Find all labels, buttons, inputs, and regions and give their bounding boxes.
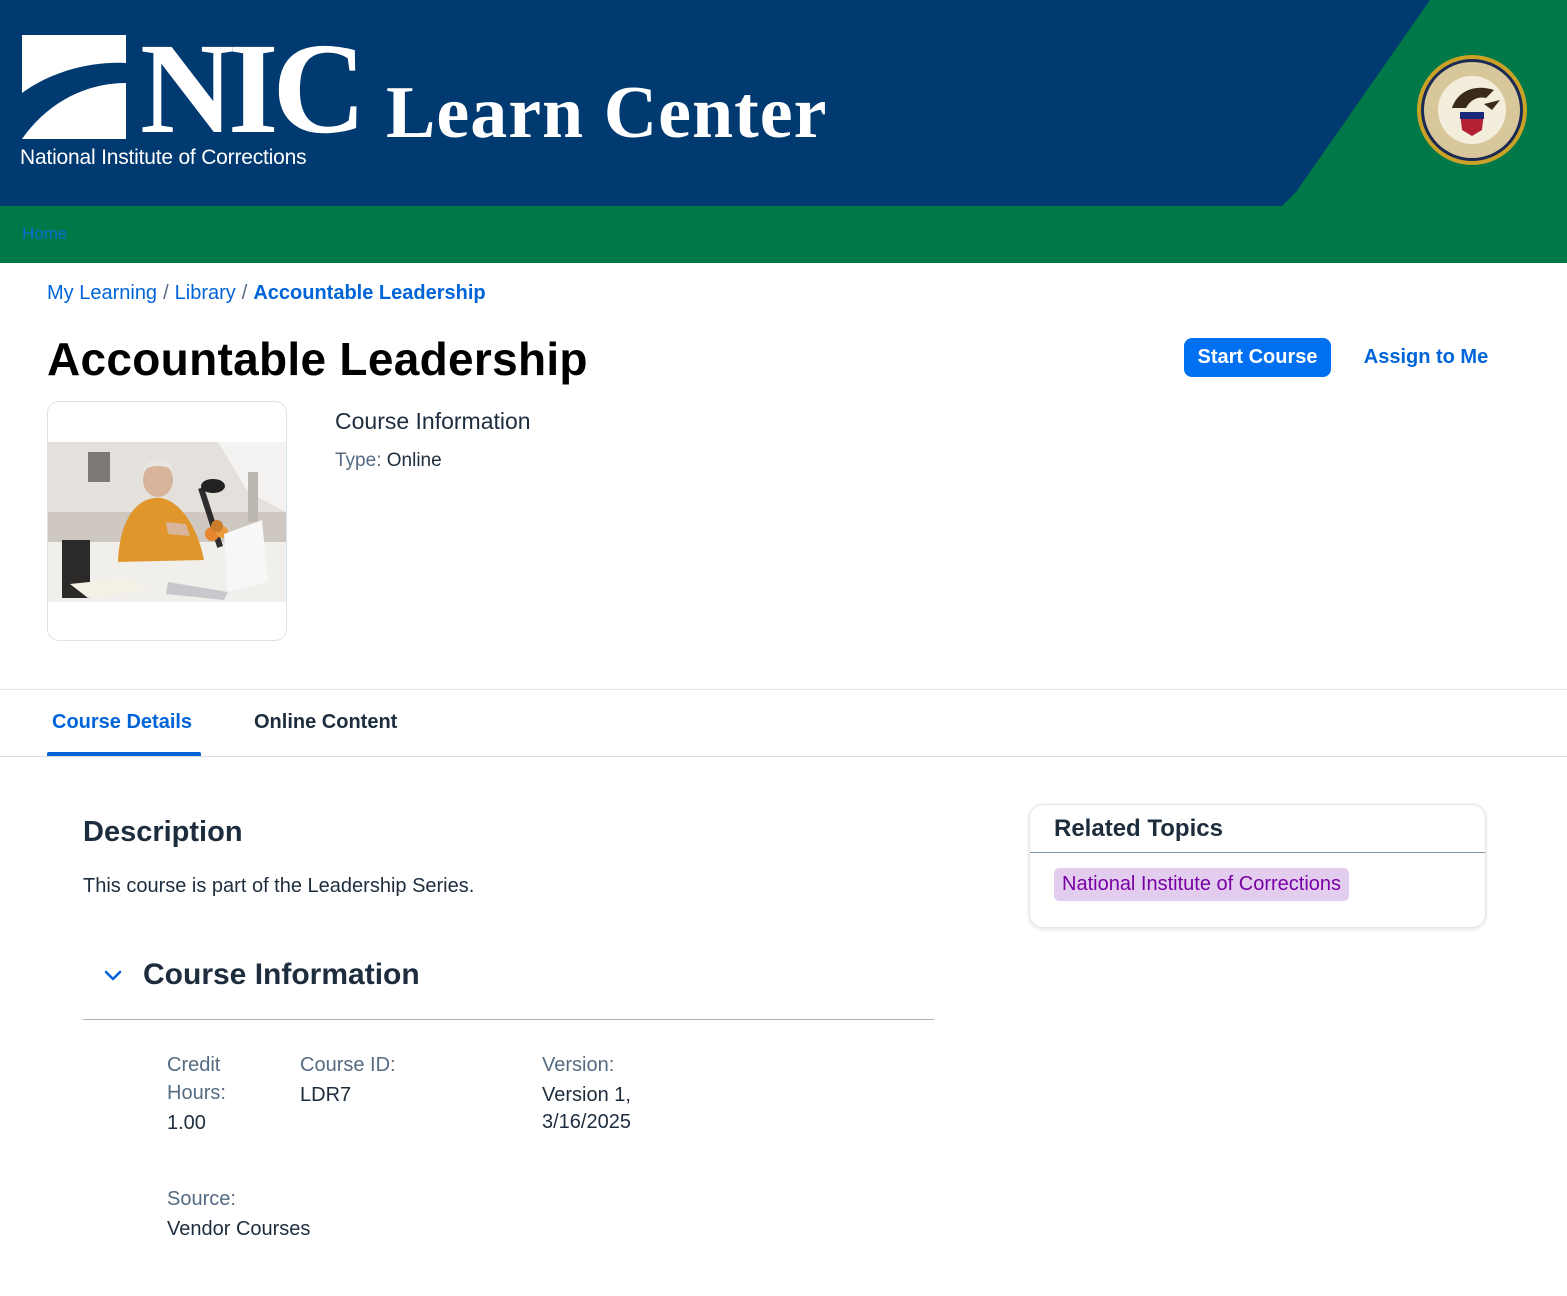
related-topics-card: Related Topics National Institute of Cor… — [1029, 804, 1486, 928]
logo-subtitle: National Institute of Corrections — [20, 146, 307, 169]
version-label: Version: — [542, 1054, 615, 1076]
course-id-value: LDR7 — [300, 1084, 352, 1106]
related-topics-divider — [1030, 852, 1485, 853]
nav-home-link[interactable]: Home — [22, 224, 67, 244]
course-thumbnail-card — [47, 401, 287, 641]
tab-course-details[interactable]: Course Details — [52, 711, 192, 734]
site-title: Learn Center — [386, 72, 828, 154]
version-value-line2: 3/16/2025 — [542, 1111, 631, 1133]
course-id-label: Course ID: — [300, 1054, 396, 1076]
credit-hours-label-line1: Credit — [167, 1054, 221, 1076]
course-thumbnail-image — [48, 442, 286, 602]
section-divider — [83, 1019, 934, 1020]
source-value: Vendor Courses — [167, 1218, 311, 1240]
site-header: NIC National Institute of Corrections Le… — [0, 0, 1567, 206]
credit-hours-label-line2: Hours: — [167, 1082, 226, 1104]
version-value: Version 1, 3/16/2025 — [542, 1082, 631, 1136]
page-title: Accountable Leadership — [47, 333, 588, 385]
course-information-section-title[interactable]: Course Information — [143, 958, 420, 992]
logo-swoosh-icon — [22, 35, 126, 139]
chevron-down-icon[interactable] — [100, 963, 126, 989]
start-course-button[interactable]: Start Course — [1184, 338, 1331, 377]
breadcrumb-my-learning[interactable]: My Learning — [47, 282, 157, 304]
breadcrumb-separator: / — [163, 282, 169, 304]
assign-to-me-button[interactable]: Assign to Me — [1352, 338, 1500, 377]
course-info-heading: Course Information — [335, 408, 531, 434]
related-topics-title: Related Topics — [1054, 815, 1223, 842]
breadcrumb-current[interactable]: Accountable Leadership — [253, 282, 485, 304]
course-type-value: Online — [386, 450, 442, 471]
breadcrumb-separator: / — [241, 282, 248, 304]
breadcrumb-library[interactable]: Library — [175, 282, 236, 304]
topic-tag[interactable]: National Institute of Corrections — [1054, 868, 1350, 901]
version-value-line1: Version 1, — [542, 1084, 631, 1106]
active-tab-indicator — [47, 752, 201, 756]
description-title: Description — [83, 816, 243, 848]
course-type: Type: Online — [335, 450, 442, 472]
breadcrumb: My Learning / Library / Accountable Leadersh… — [47, 282, 486, 305]
doj-seal-icon — [1417, 55, 1527, 165]
credit-hours-value: 1.00 — [167, 1112, 206, 1134]
source-label: Source: — [167, 1188, 236, 1210]
tab-online-content[interactable]: Online Content — [254, 711, 397, 734]
tabbar-bottom-border — [0, 756, 1567, 757]
credit-hours-label: Credit Hours: — [167, 1051, 226, 1107]
main-nav: Home — [0, 206, 1567, 263]
course-type-label: Type: — [335, 450, 382, 471]
description-text: This course is part of the Leadership Se… — [83, 875, 475, 897]
tabbar-top-border — [0, 689, 1567, 690]
nic-logo[interactable]: NIC National Institute of Corrections — [20, 17, 380, 175]
logo-nic-text: NIC — [140, 17, 366, 161]
